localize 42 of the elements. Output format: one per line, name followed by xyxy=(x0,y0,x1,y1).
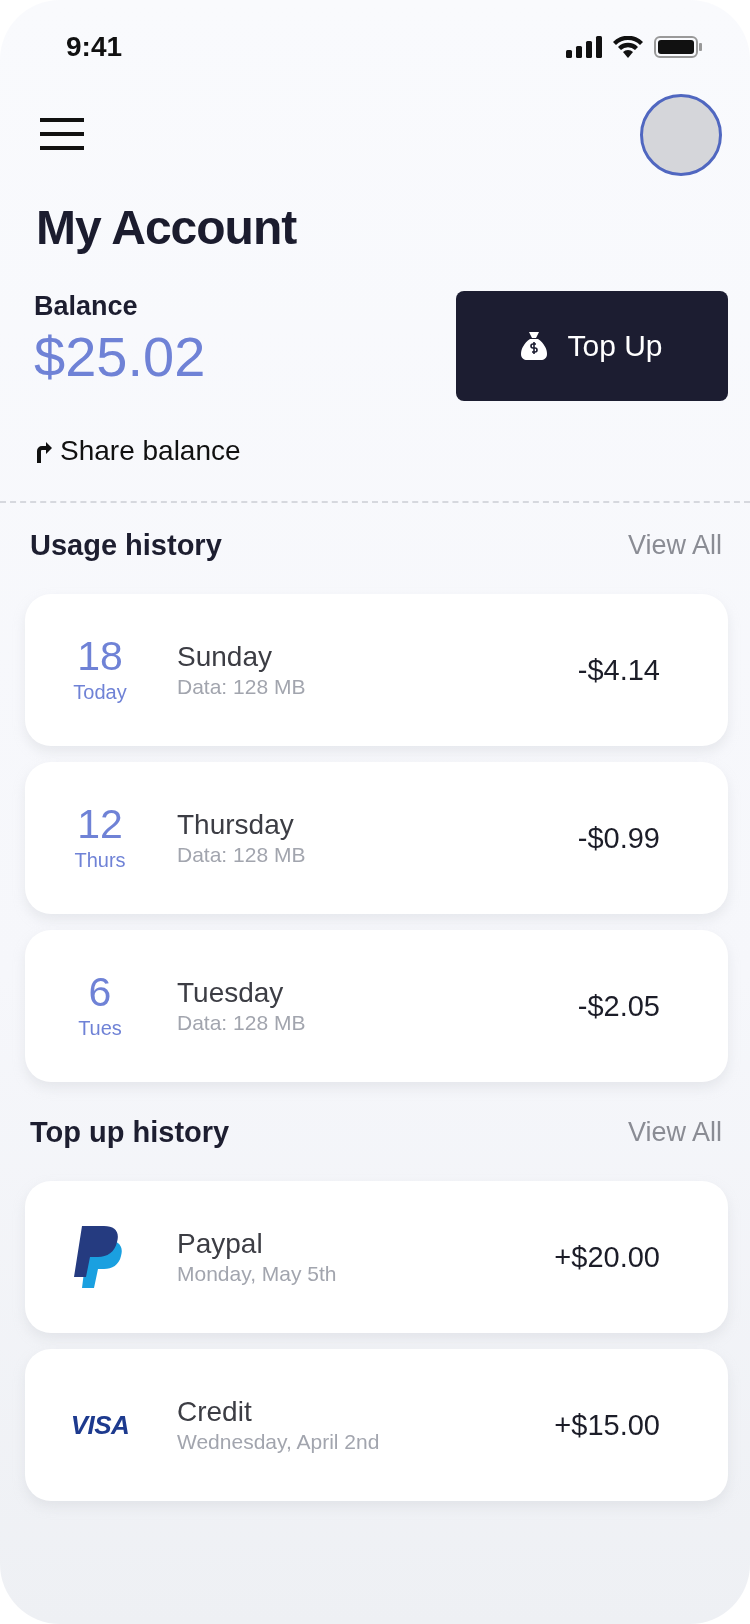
section-title: Usage history xyxy=(30,529,222,562)
item-amount: -$2.05 xyxy=(577,989,660,1023)
item-title: Credit xyxy=(177,1396,253,1428)
day-number: 18 xyxy=(77,636,123,677)
item-title: Thursday xyxy=(177,809,295,841)
item-detail: Data: 128 MB xyxy=(177,675,307,699)
usage-card[interactable]: 12 Thurs Thursday Data: 128 MB -$0.99 xyxy=(25,762,728,914)
item-amount: -$4.14 xyxy=(577,653,660,687)
signal-icon xyxy=(566,36,602,58)
top-up-card[interactable]: Paypal Monday, May 5th +$20.00 xyxy=(25,1181,728,1333)
menu-button[interactable] xyxy=(40,118,84,152)
item-detail: Monday, May 5th xyxy=(177,1262,338,1286)
day-number: 6 xyxy=(88,972,112,1013)
item-title: Tuesday xyxy=(177,977,285,1009)
day-label: Tues xyxy=(78,1017,122,1040)
wifi-icon xyxy=(612,36,644,58)
section-title: Top up history xyxy=(30,1116,230,1149)
menu-icon xyxy=(40,118,84,150)
item-amount: +$20.00 xyxy=(554,1240,660,1274)
item-detail: Data: 128 MB xyxy=(177,843,307,867)
balance-amount: $25.02 xyxy=(34,324,206,389)
day-label: Today xyxy=(73,681,127,704)
usage-card[interactable]: 6 Tues Tuesday Data: 128 MB -$2.05 xyxy=(25,930,728,1082)
item-amount: -$0.99 xyxy=(577,821,660,855)
share-balance-link[interactable]: Share balance xyxy=(34,435,241,467)
top-up-button[interactable]: Top Up xyxy=(456,291,728,401)
item-detail: Wednesday, April 2nd xyxy=(177,1430,381,1454)
day-label: Thurs xyxy=(74,849,126,872)
item-detail: Data: 128 MB xyxy=(177,1011,307,1035)
battery-icon xyxy=(654,36,702,58)
item-title: Paypal xyxy=(177,1228,264,1260)
top-up-card[interactable]: VISA Credit Wednesday, April 2nd +$15.00 xyxy=(25,1349,728,1501)
usage-card[interactable]: 18 Today Sunday Data: 128 MB -$4.14 xyxy=(25,594,728,746)
money-bag-icon xyxy=(521,332,548,360)
day-number: 12 xyxy=(77,804,123,845)
visa-logo: VISA xyxy=(70,1409,130,1441)
item-amount: +$15.00 xyxy=(554,1408,660,1442)
balance-label: Balance xyxy=(34,291,139,322)
item-title: Sunday xyxy=(177,641,273,673)
page-title: My Account xyxy=(36,200,298,255)
share-arrow-icon xyxy=(34,439,52,463)
status-time: 9:41 xyxy=(66,31,123,63)
